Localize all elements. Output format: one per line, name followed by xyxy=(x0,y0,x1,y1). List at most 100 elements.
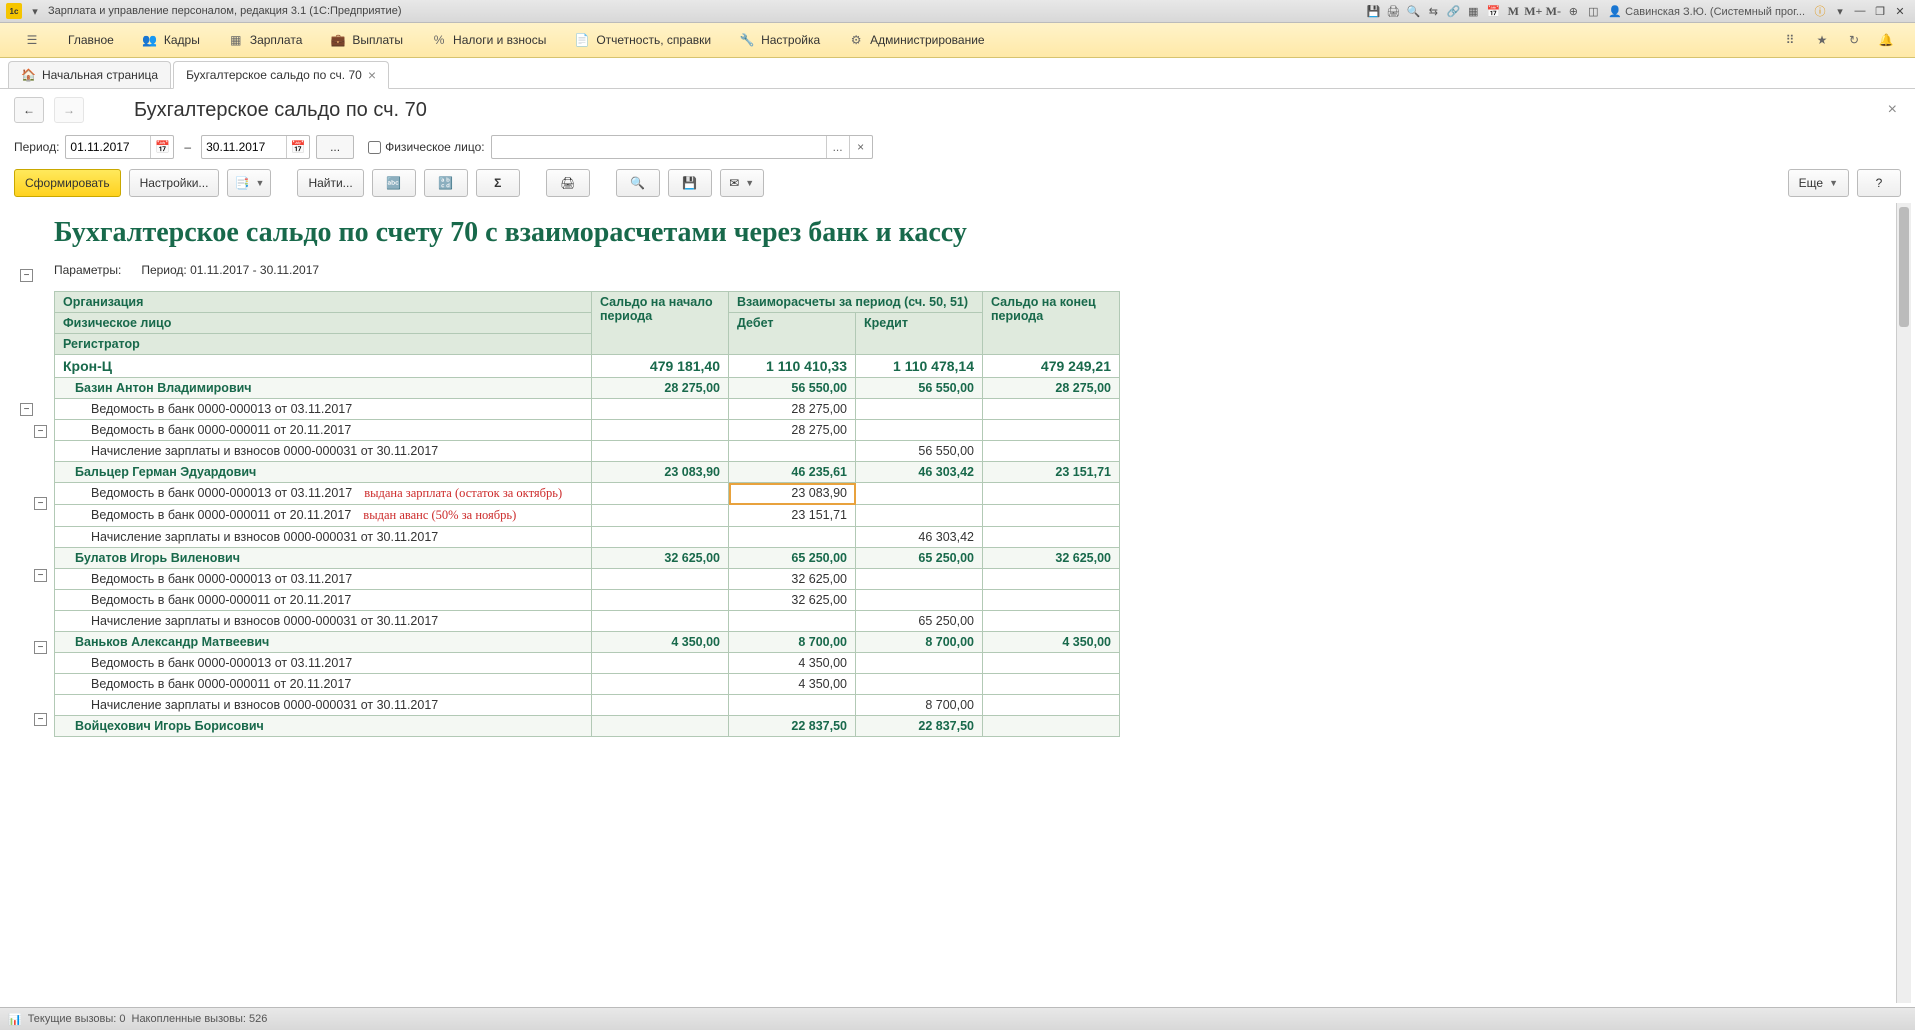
save-icon[interactable]: 💾 xyxy=(1364,2,1382,20)
help-button[interactable]: ? xyxy=(1857,169,1901,197)
person-row[interactable]: Ваньков Александр Матвеевич4 350,008 700… xyxy=(55,632,1120,653)
variants-button[interactable]: 📑▼ xyxy=(227,169,271,197)
period-picker-button[interactable]: ... xyxy=(316,135,354,159)
detail-row[interactable]: Начисление зарплаты и взносов 0000-00003… xyxy=(55,441,1120,462)
history-icon[interactable]: ↻ xyxy=(1845,31,1863,49)
close-window-button[interactable]: ✕ xyxy=(1891,3,1909,19)
dd-icon[interactable]: ▾ xyxy=(1831,2,1849,20)
menu-burger[interactable]: ☰ xyxy=(10,23,54,57)
info-icon[interactable]: ⓘ xyxy=(1811,2,1829,20)
person-filter-check[interactable]: Физическое лицо: xyxy=(368,140,484,154)
tab-home[interactable]: 🏠 Начальная страница xyxy=(8,61,171,88)
m-icon[interactable]: M xyxy=(1504,2,1522,20)
collapse-p2[interactable]: − xyxy=(34,497,47,510)
detail-row[interactable]: Ведомость в банк 0000-000013 от 03.11.20… xyxy=(55,653,1120,674)
scroll-thumb[interactable] xyxy=(1899,207,1909,327)
collapse-p4[interactable]: − xyxy=(34,641,47,654)
person-row[interactable]: Базин Антон Владимирович28 275,0056 550,… xyxy=(55,378,1120,399)
collapse-all[interactable]: − xyxy=(20,269,33,282)
calc-icon[interactable]: ▦ xyxy=(1464,2,1482,20)
mail-button[interactable]: ✉▼ xyxy=(720,169,764,197)
expand-button[interactable]: 🔤 xyxy=(372,169,416,197)
report-area: − − − − − − − Бухгалтерское сальдо по сч… xyxy=(14,203,1911,1003)
detail-row[interactable]: Начисление зарплаты и взносов 0000-00003… xyxy=(55,527,1120,548)
wrench-icon: 🔧 xyxy=(739,32,755,48)
detail-row[interactable]: Ведомость в банк 0000-000011 от 20.11.20… xyxy=(55,420,1120,441)
person-field[interactable] xyxy=(492,140,826,155)
status-bar: 📊 Текущие вызовы: 0 Накопленные вызовы: … xyxy=(0,1007,1915,1030)
person-checkbox[interactable] xyxy=(368,141,381,154)
menu-nalogi[interactable]: %Налоги и взносы xyxy=(417,23,560,57)
date-from-field[interactable] xyxy=(66,140,150,154)
vertical-scrollbar[interactable] xyxy=(1896,203,1911,1003)
nav-fwd-button[interactable]: → xyxy=(54,97,84,123)
compare-icon[interactable]: ⇆ xyxy=(1424,2,1442,20)
wallet-icon: 💼 xyxy=(330,32,346,48)
print-icon[interactable]: 🖨 xyxy=(1384,2,1402,20)
person-clear-button[interactable]: × xyxy=(849,136,872,158)
report-params: Параметры: Период: 01.11.2017 - 30.11.20… xyxy=(54,259,1911,291)
preview-button[interactable]: 🔍 xyxy=(616,169,660,197)
user-label[interactable]: 👤 Савинская З.Ю. (Системный прог... xyxy=(1604,5,1809,18)
menu-vyplaty[interactable]: 💼Выплаты xyxy=(316,23,417,57)
collapse-p1[interactable]: − xyxy=(34,425,47,438)
person-input[interactable]: ... × xyxy=(491,135,873,159)
person-select-button[interactable]: ... xyxy=(826,136,849,158)
doc-icon: 📄 xyxy=(574,32,590,48)
page-close-button[interactable]: × xyxy=(1884,97,1901,123)
detail-row[interactable]: Ведомость в банк 0000-000013 от 03.11.20… xyxy=(55,483,1120,505)
zoom-icon[interactable]: ⊕ xyxy=(1564,2,1582,20)
collapse-p3[interactable]: − xyxy=(34,569,47,582)
panel-icon[interactable]: ◫ xyxy=(1584,2,1602,20)
settings-button[interactable]: Настройки... xyxy=(129,169,220,197)
calendar-to-icon[interactable]: 📅 xyxy=(286,136,309,158)
collapse-p5[interactable]: − xyxy=(34,713,47,726)
apps-icon[interactable]: ⠿ xyxy=(1781,31,1799,49)
dropdown-icon[interactable]: ▾ xyxy=(26,2,44,20)
menu-admin[interactable]: ⚙Администрирование xyxy=(834,23,998,57)
save-button[interactable]: 💾 xyxy=(668,169,712,197)
person-label: Физическое лицо: xyxy=(385,140,484,154)
status-accum: Накопленные вызовы: 526 xyxy=(132,1013,268,1025)
page-header: ← → Бухгалтерское сальдо по сч. 70 × xyxy=(0,89,1915,131)
person-row[interactable]: Бальцер Герман Эдуардович23 083,9046 235… xyxy=(55,462,1120,483)
date-to-field[interactable] xyxy=(202,140,286,154)
tab-close-icon[interactable]: × xyxy=(368,70,376,80)
detail-row[interactable]: Ведомость в банк 0000-000013 от 03.11.20… xyxy=(55,399,1120,420)
detail-row[interactable]: Начисление зарплаты и взносов 0000-00003… xyxy=(55,695,1120,716)
star-icon[interactable]: ★ xyxy=(1813,31,1831,49)
more-button[interactable]: Еще▼ xyxy=(1788,169,1849,197)
maximize-button[interactable]: ❐ xyxy=(1871,3,1889,19)
date-from-input[interactable]: 📅 xyxy=(65,135,174,159)
detail-row[interactable]: Ведомость в банк 0000-000011 от 20.11.20… xyxy=(55,674,1120,695)
preview-icon[interactable]: 🔍 xyxy=(1404,2,1422,20)
menu-main[interactable]: Главное xyxy=(54,23,128,57)
detail-row[interactable]: Ведомость в банк 0000-000011 от 20.11.20… xyxy=(55,505,1120,527)
total-row[interactable]: Крон-Ц479 181,401 110 410,331 110 478,14… xyxy=(55,355,1120,378)
detail-row[interactable]: Ведомость в банк 0000-000011 от 20.11.20… xyxy=(55,590,1120,611)
tab-report[interactable]: Бухгалтерское сальдо по сч. 70 × xyxy=(173,61,389,89)
collapse-button[interactable]: 🔡 xyxy=(424,169,468,197)
print-button[interactable]: 🖨 xyxy=(546,169,590,197)
person-row[interactable]: Булатов Игорь Виленович32 625,0065 250,0… xyxy=(55,548,1120,569)
person-row[interactable]: Войцехович Игорь Борисович22 837,5022 83… xyxy=(55,716,1120,737)
link-icon[interactable]: 🔗 xyxy=(1444,2,1462,20)
m-plus-icon[interactable]: M+ xyxy=(1524,2,1542,20)
collapse-org[interactable]: − xyxy=(20,403,33,416)
date-to-input[interactable]: 📅 xyxy=(201,135,310,159)
find-button[interactable]: Найти... xyxy=(297,169,363,197)
menu-nastroyka[interactable]: 🔧Настройка xyxy=(725,23,834,57)
generate-button[interactable]: Сформировать xyxy=(14,169,121,197)
menu-zarplata[interactable]: ▦Зарплата xyxy=(214,23,317,57)
menu-kadry[interactable]: 👥Кадры xyxy=(128,23,214,57)
detail-row[interactable]: Ведомость в банк 0000-000013 от 03.11.20… xyxy=(55,569,1120,590)
minimize-button[interactable]: — xyxy=(1851,3,1869,19)
menu-otchet[interactable]: 📄Отчетность, справки xyxy=(560,23,725,57)
calendar-from-icon[interactable]: 📅 xyxy=(150,136,173,158)
bell-icon[interactable]: 🔔 xyxy=(1877,31,1895,49)
detail-row[interactable]: Начисление зарплаты и взносов 0000-00003… xyxy=(55,611,1120,632)
m-minus-icon[interactable]: M- xyxy=(1544,2,1562,20)
calendar-icon[interactable]: 📅 xyxy=(1484,2,1502,20)
nav-back-button[interactable]: ← xyxy=(14,97,44,123)
sum-button[interactable]: Σ xyxy=(476,169,520,197)
